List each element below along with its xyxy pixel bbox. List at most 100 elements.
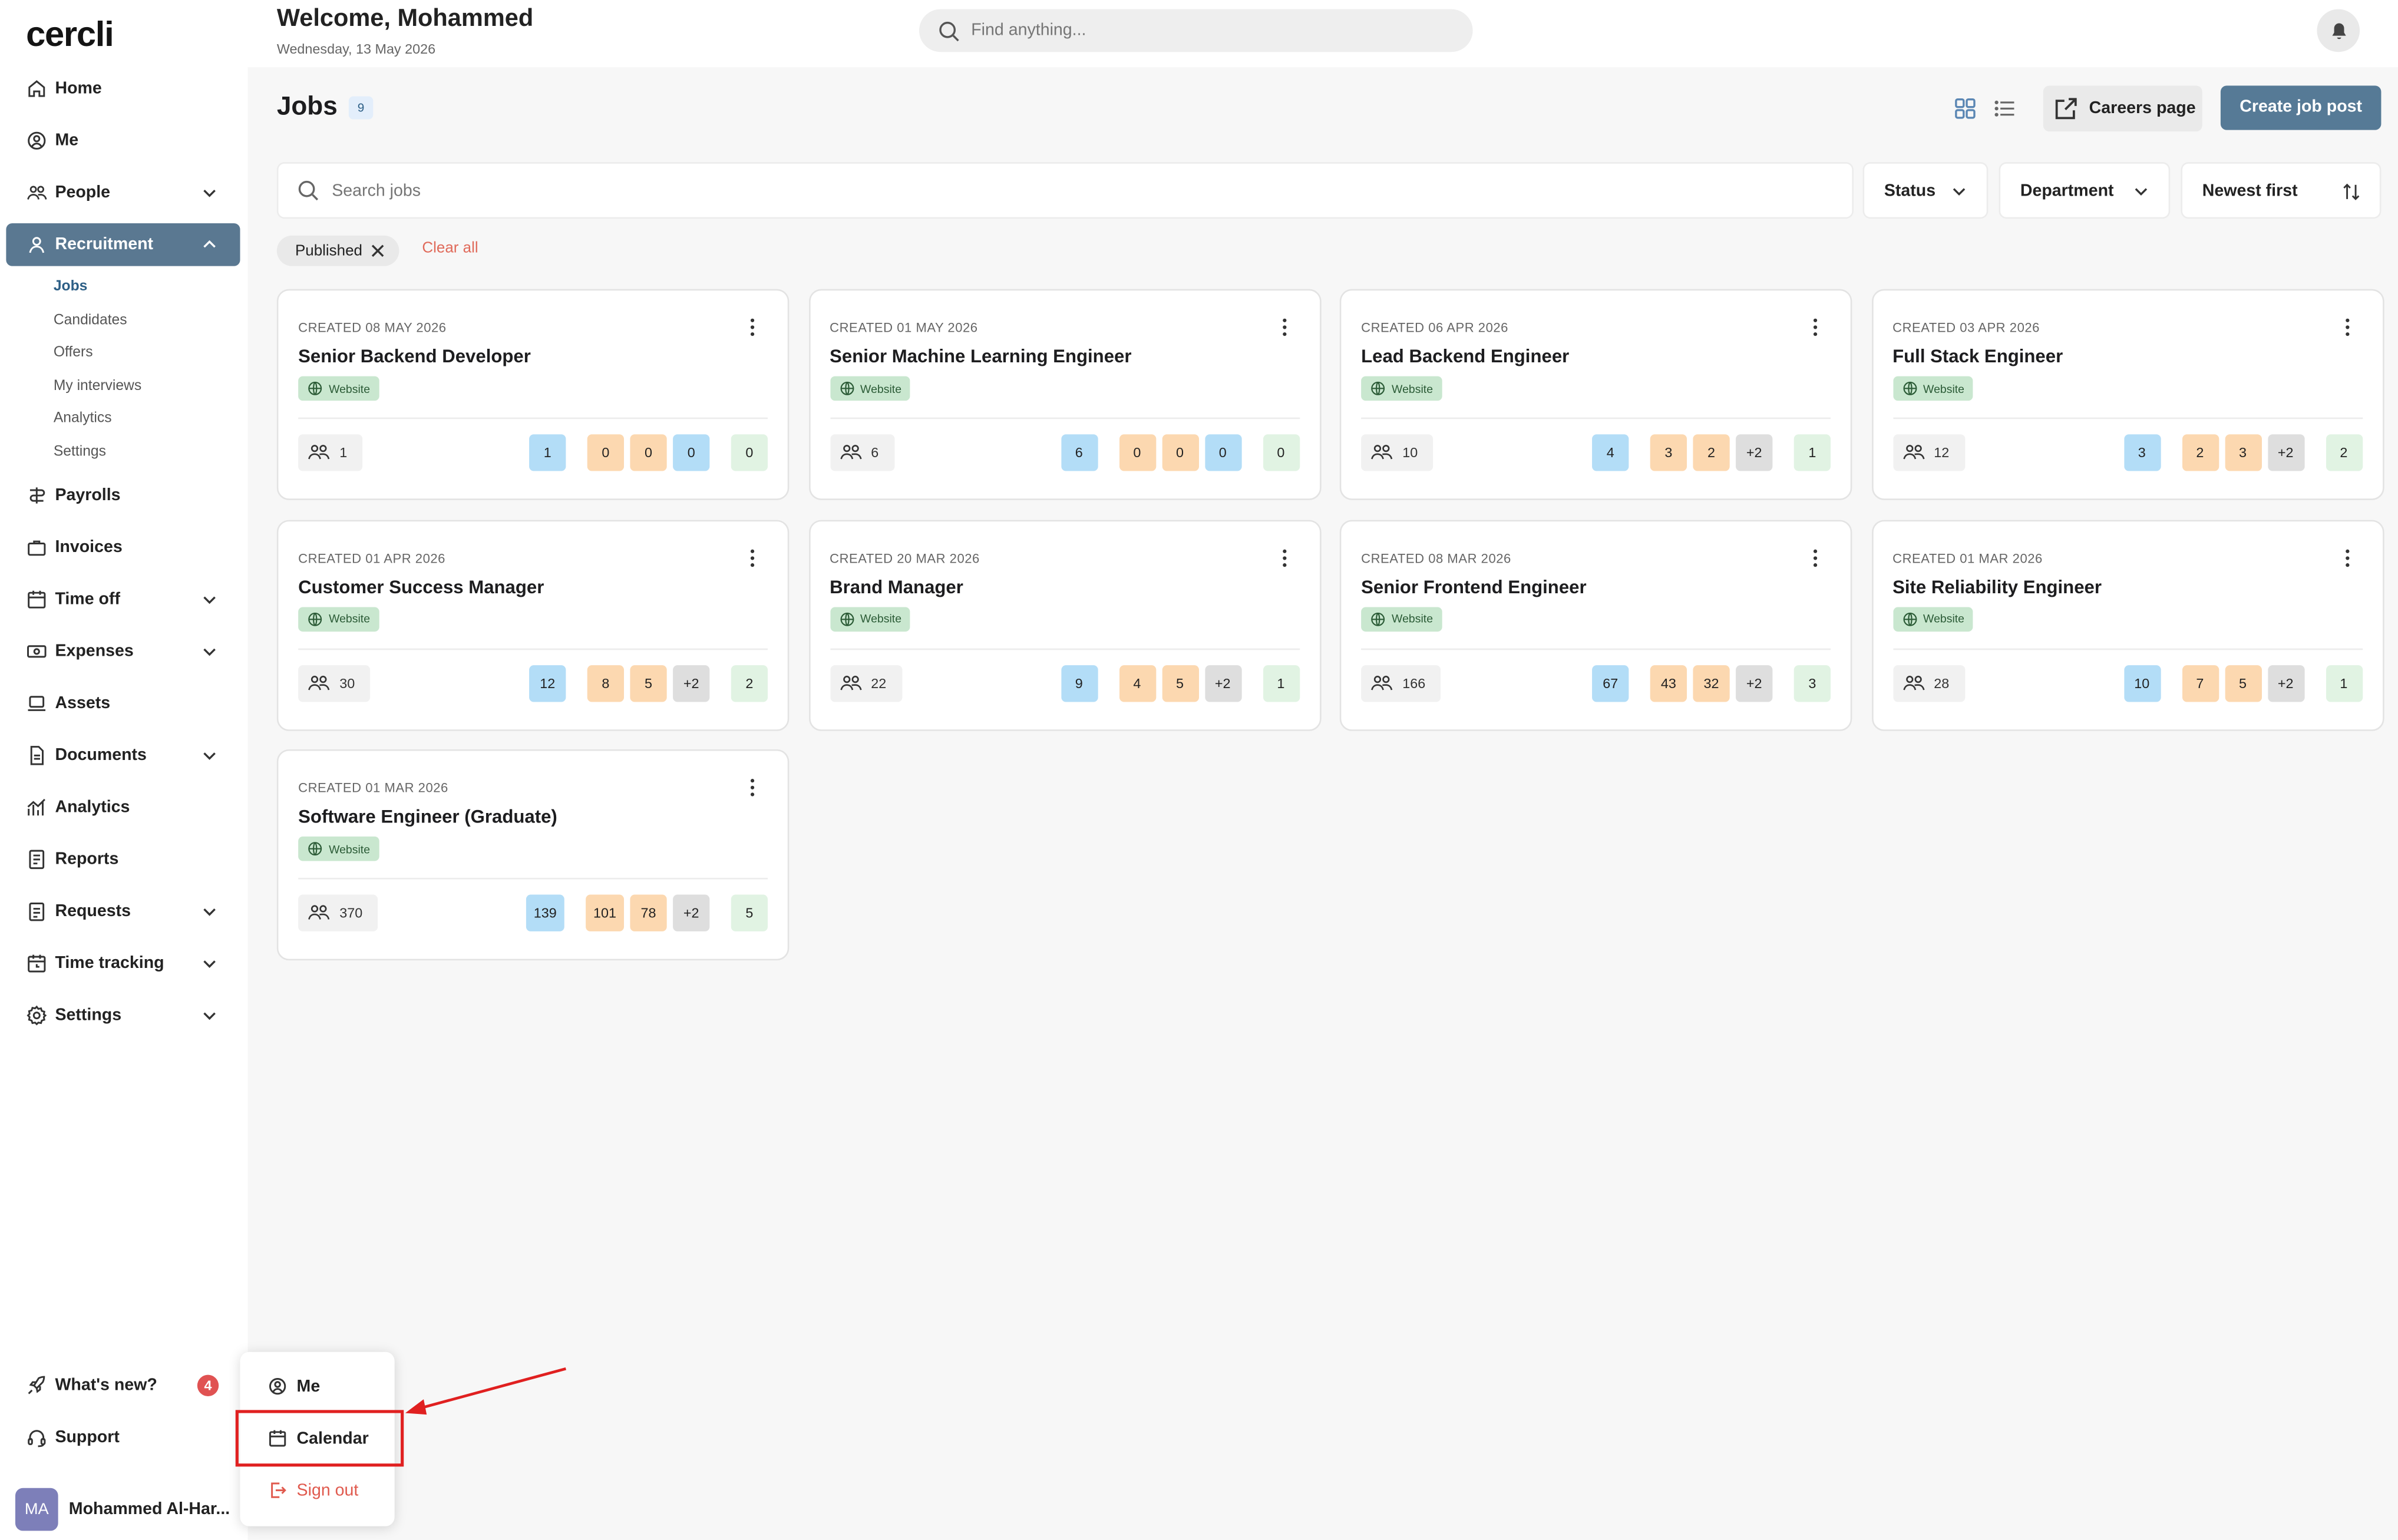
stat-new[interactable]: 67: [1592, 665, 1629, 702]
candidate-count[interactable]: 370: [298, 895, 378, 932]
chevron-down-icon[interactable]: [200, 183, 219, 201]
status-filter[interactable]: Status: [1862, 162, 1989, 219]
stat-more[interactable]: +2: [673, 665, 710, 702]
app-logo[interactable]: cercli: [26, 14, 114, 55]
sort-dropdown[interactable]: Newest first: [2181, 162, 2382, 219]
stat-new[interactable]: 1: [529, 434, 566, 471]
stat-stage[interactable]: 0: [587, 434, 625, 471]
stat-hired[interactable]: 0: [1262, 434, 1300, 471]
chevron-up-icon[interactable]: [200, 236, 219, 254]
chevron-down-icon[interactable]: [200, 642, 219, 660]
stat-more[interactable]: +2: [1736, 665, 1773, 702]
submenu-item-my-interviews[interactable]: My interviews: [54, 370, 240, 403]
create-job-post-button[interactable]: Create job post: [2220, 85, 2382, 130]
sidebar-item-home[interactable]: Home: [6, 67, 240, 110]
sidebar-item-analytics[interactable]: Analytics: [6, 785, 240, 828]
stat-stage[interactable]: 4: [1118, 665, 1156, 702]
more-options-icon[interactable]: [743, 547, 761, 568]
candidate-count[interactable]: 6: [830, 434, 894, 471]
sidebar-item-whats-new[interactable]: What's new? 4: [6, 1364, 240, 1407]
notifications-button[interactable]: [2317, 9, 2360, 52]
job-title[interactable]: Lead Backend Engineer: [1361, 346, 1569, 367]
stat-more[interactable]: +2: [1736, 434, 1773, 471]
stat-hired[interactable]: 3: [1793, 665, 1831, 702]
stat-hired[interactable]: 2: [731, 665, 768, 702]
job-title[interactable]: Senior Frontend Engineer: [1361, 576, 1586, 597]
stat-hired[interactable]: 5: [731, 895, 768, 932]
close-icon[interactable]: [370, 243, 385, 259]
job-card[interactable]: CREATED 06 APR 2026 Lead Backend Engineer…: [1339, 289, 1852, 500]
candidate-count[interactable]: 12: [1892, 434, 1965, 471]
sidebar-item-documents[interactable]: Documents: [6, 733, 240, 776]
user-menu-sign-out[interactable]: Sign out: [267, 1480, 358, 1501]
more-options-icon[interactable]: [1806, 316, 1824, 338]
global-search-input[interactable]: [971, 21, 1430, 40]
submenu-item-settings[interactable]: Settings: [54, 436, 240, 469]
stat-stage[interactable]: 78: [630, 895, 667, 932]
job-card[interactable]: CREATED 20 MAR 2026 Brand Manager Website 2…: [808, 519, 1321, 731]
careers-page-button[interactable]: Careers page: [2043, 85, 2202, 132]
stat-stage[interactable]: 5: [630, 665, 667, 702]
candidate-count[interactable]: 28: [1892, 665, 1965, 702]
stat-stage[interactable]: 5: [1161, 665, 1198, 702]
user-profile-button[interactable]: MA Mohammed Al-Har...: [15, 1488, 230, 1531]
sidebar-item-expenses[interactable]: Expenses: [6, 629, 240, 672]
job-card[interactable]: CREATED 01 MAR 2026 Site Reliability Engi…: [1871, 519, 2384, 731]
stat-stage[interactable]: 5: [2224, 665, 2261, 702]
stat-more[interactable]: +2: [1204, 665, 1241, 702]
sidebar-item-recruitment[interactable]: Recruitment: [6, 223, 240, 266]
submenu-item-candidates[interactable]: Candidates: [54, 304, 240, 337]
user-menu-me[interactable]: Me: [267, 1376, 320, 1396]
stat-new[interactable]: 139: [526, 895, 564, 932]
submenu-item-jobs[interactable]: Jobs: [54, 270, 240, 303]
stat-new[interactable]: 10: [2123, 665, 2161, 702]
grid-view-icon[interactable]: [1953, 97, 1978, 121]
job-card[interactable]: CREATED 08 MAR 2026 Senior Frontend Engin…: [1339, 519, 1852, 731]
stat-hired[interactable]: 2: [2325, 434, 2362, 471]
submenu-item-analytics[interactable]: Analytics: [54, 403, 240, 436]
candidate-count[interactable]: 10: [1361, 434, 1433, 471]
stat-stage[interactable]: 43: [1650, 665, 1687, 702]
sidebar-item-time-off[interactable]: Time off: [6, 577, 240, 620]
stat-hired[interactable]: 1: [2325, 665, 2362, 702]
stat-stage[interactable]: 7: [2181, 665, 2219, 702]
stat-stage[interactable]: 3: [2224, 434, 2261, 471]
sidebar-item-people[interactable]: People: [6, 171, 240, 214]
candidate-count[interactable]: 166: [1361, 665, 1441, 702]
clear-all-link[interactable]: Clear all: [422, 240, 478, 257]
stat-more[interactable]: +2: [2267, 665, 2304, 702]
department-filter[interactable]: Department: [1999, 162, 2171, 219]
job-card[interactable]: CREATED 03 APR 2026 Full Stack Engineer We…: [1871, 289, 2384, 500]
job-title[interactable]: Full Stack Engineer: [1892, 346, 2063, 367]
more-options-icon[interactable]: [2337, 316, 2356, 338]
job-card[interactable]: CREATED 01 APR 2026 Customer Success Mana…: [276, 519, 790, 731]
more-options-icon[interactable]: [743, 316, 761, 338]
user-menu-calendar[interactable]: Calendar: [267, 1429, 369, 1449]
job-title[interactable]: Software Engineer (Graduate): [298, 807, 557, 828]
candidate-count[interactable]: 30: [298, 665, 371, 702]
stat-stage[interactable]: 0: [673, 434, 710, 471]
stat-hired[interactable]: 1: [1793, 434, 1831, 471]
stat-stage[interactable]: 0: [1204, 434, 1241, 471]
stat-more[interactable]: +2: [2267, 434, 2304, 471]
more-options-icon[interactable]: [1274, 547, 1293, 568]
sidebar-item-requests[interactable]: Requests: [6, 890, 240, 933]
more-options-icon[interactable]: [2337, 547, 2356, 568]
stat-hired[interactable]: 1: [1262, 665, 1300, 702]
job-search-input[interactable]: [332, 181, 1709, 200]
job-title[interactable]: Senior Backend Developer: [298, 346, 531, 367]
job-title[interactable]: Brand Manager: [830, 576, 963, 597]
global-search[interactable]: [919, 9, 1473, 52]
stat-new[interactable]: 4: [1592, 434, 1629, 471]
job-title[interactable]: Customer Success Manager: [298, 576, 544, 597]
submenu-item-offers[interactable]: Offers: [54, 337, 240, 370]
candidate-count[interactable]: 22: [830, 665, 902, 702]
stat-hired[interactable]: 0: [731, 434, 768, 471]
stat-stage[interactable]: 2: [1693, 434, 1730, 471]
stat-stage[interactable]: 101: [586, 895, 625, 932]
stat-stage[interactable]: 8: [587, 665, 625, 702]
job-search-box[interactable]: [276, 162, 1854, 219]
candidate-count[interactable]: 1: [298, 434, 363, 471]
stat-stage[interactable]: 3: [1650, 434, 1687, 471]
job-card[interactable]: CREATED 08 MAY 2026 Senior Backend Develo…: [276, 289, 790, 500]
